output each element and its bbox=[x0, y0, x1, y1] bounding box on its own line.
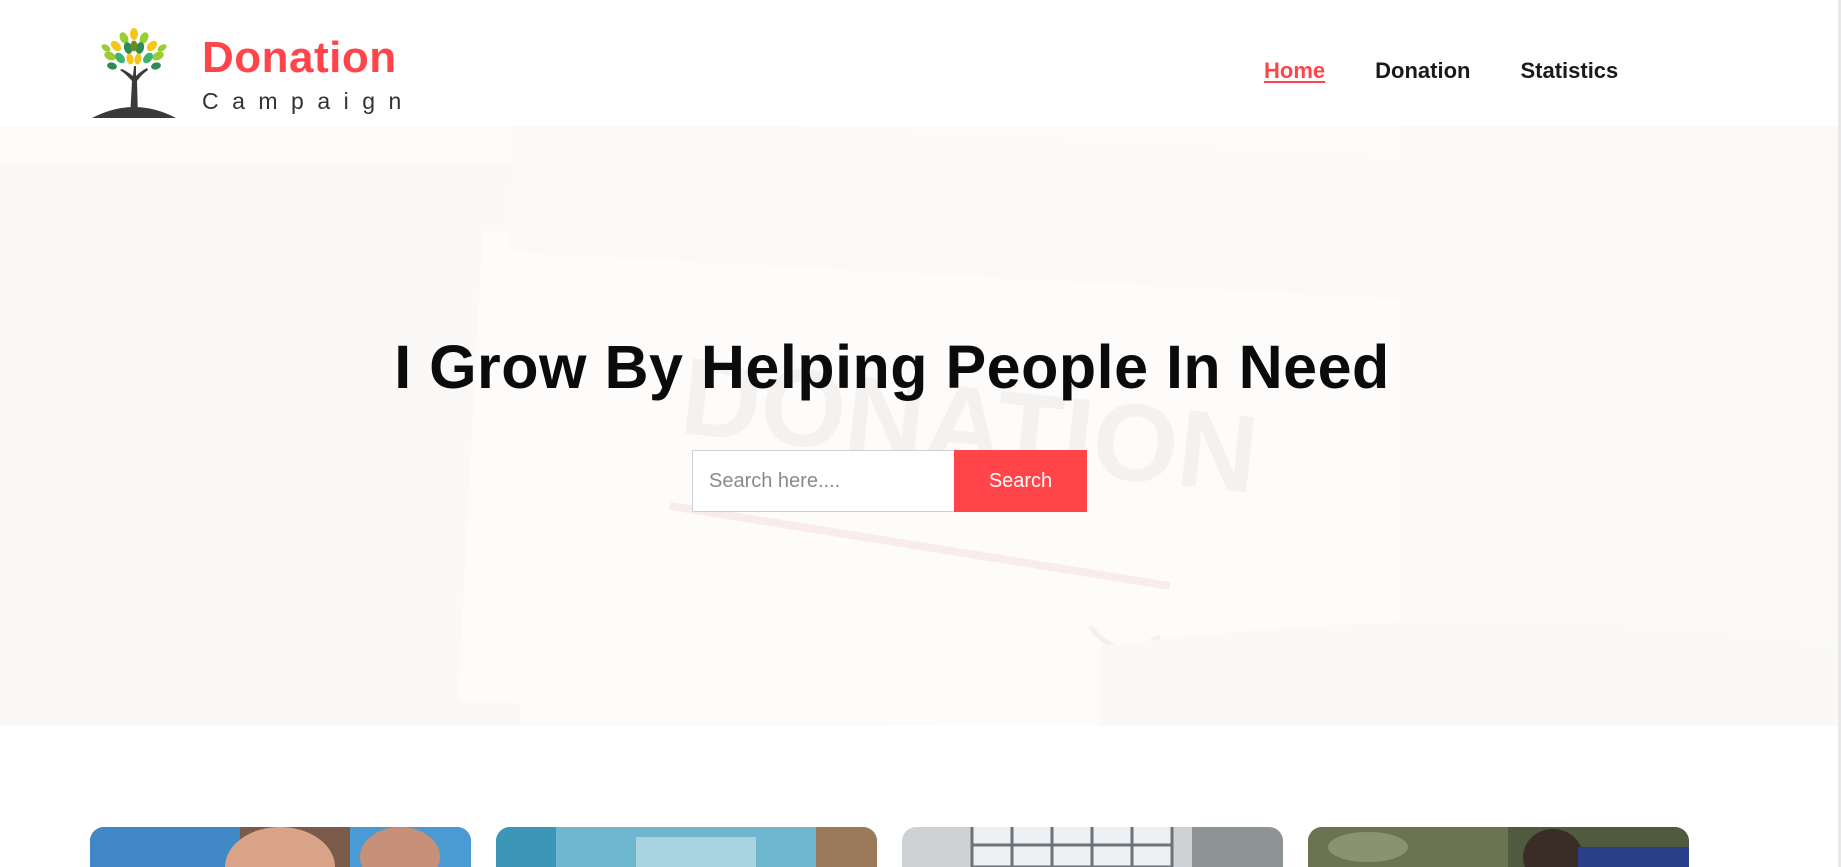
nav-item-statistics[interactable]: Statistics bbox=[1520, 58, 1618, 84]
donation-card[interactable] bbox=[496, 827, 877, 867]
search-bar: Search bbox=[692, 450, 1087, 512]
tree-logo-icon bbox=[92, 28, 176, 118]
search-button[interactable]: Search bbox=[954, 450, 1087, 512]
hero-banner: DONATION I Grow By Helping People In Nee… bbox=[0, 126, 1841, 726]
nav-item-home[interactable]: Home bbox=[1264, 58, 1325, 84]
hero-title: I Grow By Helping People In Need bbox=[394, 333, 1390, 401]
brand-text: Donation Campaign bbox=[202, 33, 415, 115]
window-room-photo-icon bbox=[902, 827, 1283, 867]
page: Donation Campaign Home Donation Statisti… bbox=[0, 0, 1841, 867]
donation-card[interactable] bbox=[902, 827, 1283, 867]
main-nav: Home Donation Statistics bbox=[1264, 58, 1668, 84]
blue-wall-photo-icon bbox=[496, 827, 877, 867]
site-header: Donation Campaign Home Donation Statisti… bbox=[0, 0, 1841, 126]
donation-card[interactable] bbox=[1308, 827, 1689, 867]
brand-logo[interactable]: Donation Campaign bbox=[90, 26, 415, 119]
hero-overlay bbox=[0, 126, 1841, 726]
nav-item-donation[interactable]: Donation bbox=[1375, 58, 1470, 84]
brand-subtitle: Campaign bbox=[202, 88, 415, 114]
outdoor-people-photo-icon bbox=[1308, 827, 1689, 867]
brand-title: Donation bbox=[202, 33, 397, 82]
search-input[interactable] bbox=[692, 450, 954, 512]
volunteers-photo-icon bbox=[90, 827, 471, 867]
donation-cards bbox=[90, 827, 1714, 867]
donation-card[interactable] bbox=[90, 827, 471, 867]
